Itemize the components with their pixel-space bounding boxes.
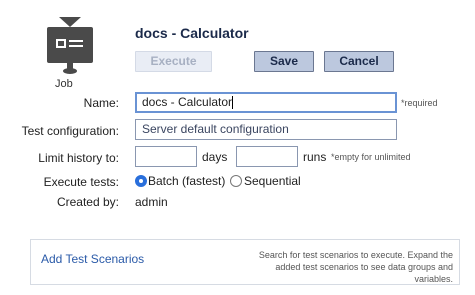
required-hint: *required bbox=[401, 98, 438, 108]
name-label: Name: bbox=[83, 96, 119, 110]
created-by-value: admin bbox=[135, 195, 168, 209]
sequential-radio[interactable] bbox=[230, 175, 242, 187]
text-caret bbox=[232, 96, 234, 110]
job-icon bbox=[45, 17, 95, 79]
job-label: Job bbox=[55, 78, 73, 90]
name-input[interactable]: docs - Calculator bbox=[135, 92, 397, 113]
unlimited-hint: *empty for unlimited bbox=[331, 152, 411, 162]
batch-radio[interactable] bbox=[135, 175, 147, 187]
execute-tests-label: Execute tests: bbox=[43, 175, 119, 189]
test-configuration-select[interactable]: Server default configuration bbox=[135, 119, 397, 140]
history-days-input[interactable] bbox=[135, 146, 197, 167]
test-configuration-label: Test configuration: bbox=[21, 124, 119, 138]
execute-button[interactable]: Execute bbox=[135, 51, 212, 72]
created-by-label: Created by: bbox=[56, 195, 119, 209]
page-title: docs - Calculator bbox=[135, 25, 249, 41]
sequential-radio-label[interactable]: Sequential bbox=[244, 174, 301, 188]
history-runs-input[interactable] bbox=[236, 146, 298, 167]
test-configuration-value: Server default configuration bbox=[142, 122, 289, 136]
batch-radio-label[interactable]: Batch (fastest) bbox=[148, 174, 225, 188]
runs-unit-label: runs bbox=[303, 150, 327, 164]
limit-history-label: Limit history to: bbox=[38, 151, 119, 165]
cancel-button[interactable]: Cancel bbox=[324, 51, 394, 72]
name-input-value: docs - Calculator bbox=[142, 95, 233, 109]
days-unit-label: days bbox=[202, 150, 228, 164]
save-button[interactable]: Save bbox=[254, 51, 314, 72]
scenarios-description: Search for test scenarios to execute. Ex… bbox=[258, 250, 453, 284]
add-test-scenarios-link[interactable]: Add Test Scenarios bbox=[41, 252, 144, 266]
